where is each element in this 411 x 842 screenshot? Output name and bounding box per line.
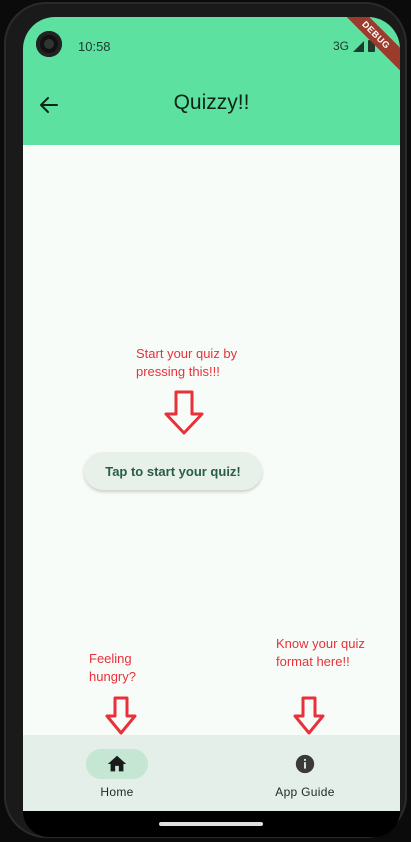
camera-cutout xyxy=(36,31,62,57)
bottom-navigation: Home App Guide xyxy=(23,735,400,811)
network-type: 3G xyxy=(332,39,349,53)
status-time: 10:58 xyxy=(78,39,111,54)
home-icon xyxy=(107,755,127,772)
status-indicators: 3G xyxy=(333,39,375,53)
phone-frame: 10:58 3G DEBUG Quizzy!! Start your quiz … xyxy=(4,2,407,838)
app-bar: 10:58 3G DEBUG Quizzy!! xyxy=(23,17,400,145)
main-content: Start your quiz by pressing this!!! Tap … xyxy=(23,145,400,735)
note-line: hungry? xyxy=(89,669,136,684)
nav-item-app-guide[interactable]: App Guide xyxy=(245,735,365,811)
note-line: Know your quiz xyxy=(276,636,365,651)
note-line: Start your quiz by xyxy=(136,346,238,361)
note-line: Feeling xyxy=(89,651,132,666)
nav-label: App Guide xyxy=(275,785,335,799)
arrow-down-icon xyxy=(164,390,204,435)
home-gesture-bar[interactable] xyxy=(159,822,263,826)
info-icon xyxy=(295,754,315,774)
nav-label: Home xyxy=(100,785,134,799)
app-guide-note: Know your quiz format here!! xyxy=(276,635,365,671)
arrow-down-icon xyxy=(105,696,137,735)
start-quiz-note: Start your quiz by pressing this!!! xyxy=(136,345,237,381)
page-title: Quizzy!! xyxy=(173,91,250,114)
note-line: pressing this!!! xyxy=(136,364,220,379)
nav-item-home[interactable]: Home xyxy=(57,735,177,811)
screen: 10:58 3G DEBUG Quizzy!! Start your quiz … xyxy=(23,17,400,837)
arrow-down-icon xyxy=(293,696,325,735)
note-line: format here!! xyxy=(276,654,350,669)
signal-icon xyxy=(353,40,364,52)
start-quiz-button[interactable]: Tap to start your quiz! xyxy=(84,452,262,490)
hungry-note: Feeling hungry? xyxy=(89,650,136,686)
